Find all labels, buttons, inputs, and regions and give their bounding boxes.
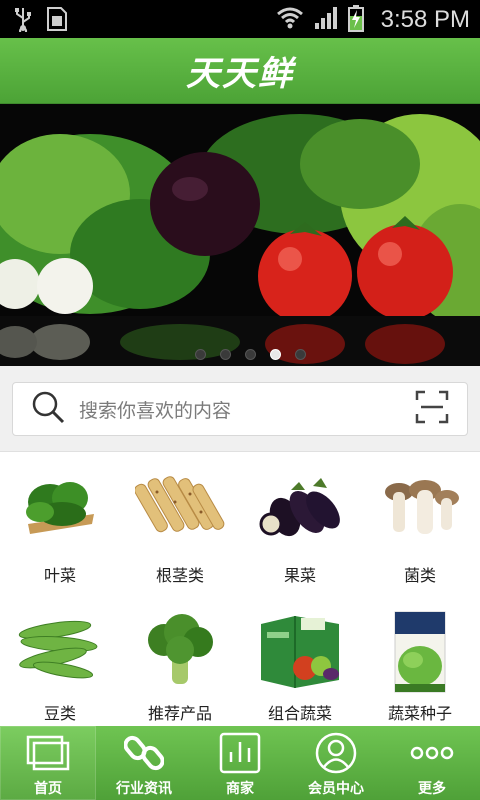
category-label: 根茎类	[155, 566, 204, 585]
search-bar[interactable]: 搜索你喜欢的内容	[12, 382, 468, 436]
tab-more[interactable]: 更多	[384, 726, 480, 800]
category-item[interactable]: 组合蔬菜	[240, 610, 360, 726]
category-item[interactable]: 果菜	[240, 472, 360, 592]
carousel-dot[interactable]	[244, 349, 256, 360]
tab-industry-news[interactable]: 行业资讯	[96, 726, 192, 800]
bean-pod-icon	[18, 620, 98, 679]
wifi-icon	[275, 5, 305, 35]
tab-label: 商家	[226, 781, 254, 797]
carousel-dot-active[interactable]	[269, 349, 281, 360]
carousel-dot[interactable]	[294, 349, 306, 360]
status-bar: 3:58 PM	[0, 0, 480, 38]
category-label: 菌类	[403, 566, 436, 585]
banner-vegetables-image	[0, 104, 480, 366]
status-time: 3:58 PM	[380, 6, 470, 33]
leafy-vegetable-icon	[26, 482, 94, 534]
search-section: 搜索你喜欢的内容	[0, 366, 480, 452]
tab-merchants[interactable]: 商家	[192, 726, 288, 800]
signal-icon	[313, 5, 339, 35]
scan-icon[interactable]	[415, 390, 449, 428]
tab-label: 会员中心	[308, 781, 364, 797]
home-icon	[26, 732, 70, 774]
vegetable-gift-box-icon	[261, 616, 339, 688]
eggplant-icon	[259, 478, 340, 537]
tab-label: 首页	[34, 781, 62, 797]
carousel-dot[interactable]	[219, 349, 231, 360]
carousel-indicator	[0, 349, 480, 360]
merchant-icon	[219, 732, 261, 774]
category-item[interactable]: 菌类	[360, 472, 480, 592]
category-item[interactable]: 叶菜	[0, 472, 120, 592]
search-input[interactable]: 搜索你喜欢的内容	[79, 396, 415, 423]
usb-icon	[14, 6, 32, 36]
link-icon	[124, 732, 164, 774]
category-label: 组合蔬菜	[267, 704, 332, 723]
category-item[interactable]: 豆类	[0, 610, 120, 726]
search-icon[interactable]	[31, 390, 65, 428]
root-vegetable-icon	[135, 476, 225, 533]
title-bar: 天天鲜	[0, 38, 480, 104]
category-item[interactable]: 蔬菜种子	[360, 610, 480, 726]
broccoli-icon	[148, 614, 213, 684]
sim-card-icon	[46, 6, 68, 36]
tab-label: 行业资讯	[116, 781, 172, 797]
category-label: 果菜	[283, 566, 316, 585]
tab-home[interactable]: 首页	[0, 726, 96, 800]
mushroom-icon	[385, 480, 459, 534]
category-item[interactable]: 推荐产品	[120, 610, 240, 726]
page-title: 天天鲜	[186, 54, 294, 94]
category-label: 蔬菜种子	[387, 704, 452, 723]
more-icon	[410, 732, 454, 774]
bottom-tab-bar: 首页 行业资讯 商家 会员中心 更多	[0, 726, 480, 800]
battery-charging-icon	[347, 4, 365, 36]
category-item[interactable]: 根茎类	[120, 472, 240, 592]
category-label: 叶菜	[43, 566, 76, 585]
seed-packet-icon	[394, 611, 446, 693]
category-label: 推荐产品	[147, 704, 212, 723]
category-grid: 叶菜 根茎类 果菜 菌类 豆类 推荐产品 组合蔬菜 蔬菜种子	[0, 452, 480, 726]
tab-member-center[interactable]: 会员中心	[288, 726, 384, 800]
member-icon	[315, 732, 357, 774]
banner-carousel[interactable]	[0, 104, 480, 366]
category-label: 豆类	[43, 704, 76, 723]
tab-label: 更多	[418, 781, 446, 797]
carousel-dot[interactable]	[194, 349, 206, 360]
